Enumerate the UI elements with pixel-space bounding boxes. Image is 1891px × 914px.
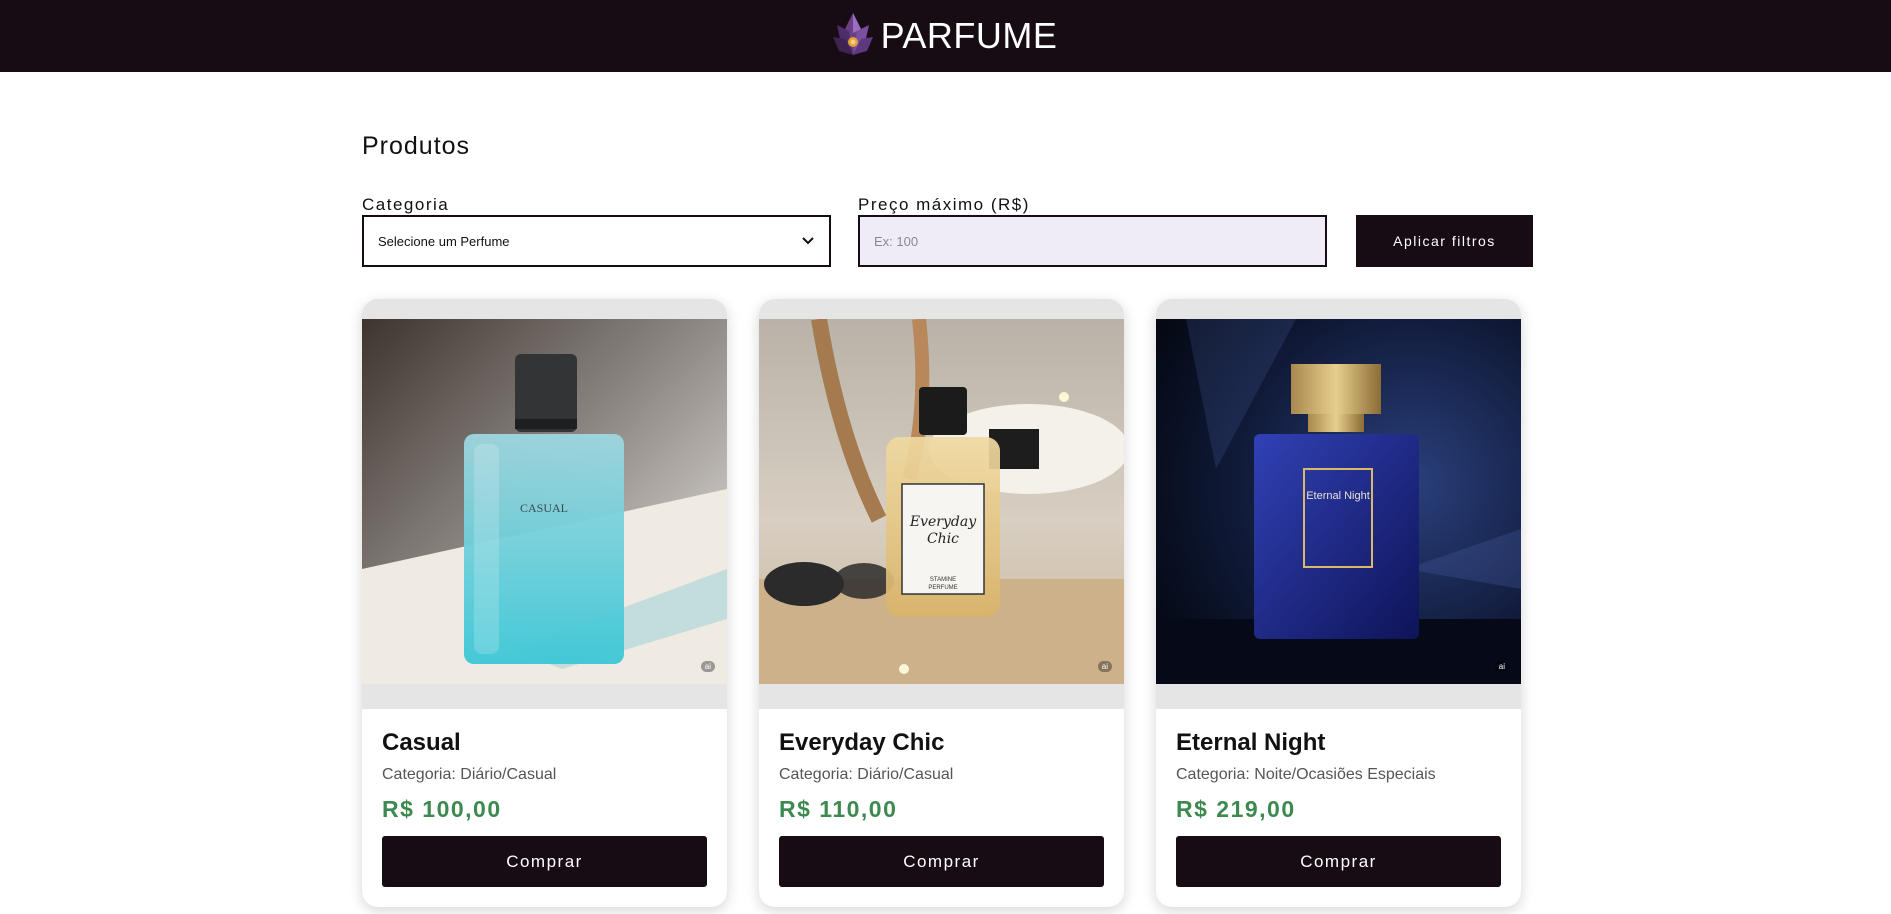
- eternal-night-perfume-image: Eternal Night: [1156, 319, 1521, 684]
- bottle-sublabel-line1: STAMINE: [930, 577, 956, 583]
- bottle-label: CASUAL: [520, 501, 568, 515]
- product-price: R$ 219,00: [1176, 796, 1296, 822]
- product-name: Everyday Chic: [779, 729, 945, 756]
- product-card: Eternal Night ai Eternal Night Categoria…: [1156, 299, 1521, 907]
- chevron-down-icon: [802, 237, 814, 245]
- buy-button[interactable]: Comprar: [382, 836, 707, 887]
- product-image-area: Everyday Chic STAMINE PERFUME ai: [759, 299, 1124, 709]
- crystal-flower-logo-icon: [832, 13, 873, 55]
- brand-name: PARFUME: [880, 15, 1058, 56]
- ai-badge: ai: [1494, 661, 1509, 672]
- product-image-area: CASUAL ai: [362, 299, 727, 709]
- product-image-area: Eternal Night ai: [1156, 299, 1521, 709]
- category-label: Categoria: [362, 195, 450, 214]
- everyday-chic-perfume-image: Everyday Chic STAMINE PERFUME: [759, 319, 1124, 684]
- ai-badge: ai: [700, 661, 715, 672]
- category-select[interactable]: Selecione um Perfume: [362, 215, 831, 267]
- brand[interactable]: PARFUME: [831, 9, 1058, 63]
- buy-button[interactable]: Comprar: [779, 836, 1104, 887]
- product-image: Everyday Chic STAMINE PERFUME ai: [759, 319, 1124, 684]
- price-label: Preço máximo (R$): [858, 195, 1030, 214]
- bottle-sublabel-line2: PERFUME: [928, 585, 957, 591]
- product-price: R$ 100,00: [382, 796, 502, 822]
- buy-button[interactable]: Comprar: [1176, 836, 1501, 887]
- bottle-label: Eternal Night: [1306, 490, 1370, 502]
- apply-filters-button[interactable]: Aplicar filtros: [1356, 215, 1533, 267]
- casual-perfume-image: CASUAL: [362, 319, 727, 684]
- category-selected-value: Selecione um Perfume: [378, 233, 510, 249]
- bottle-label-line2: Chic: [927, 531, 959, 547]
- bottle-label-line1: Everyday: [909, 514, 977, 530]
- product-name: Casual: [382, 729, 461, 756]
- top-navbar: PARFUME: [0, 0, 1891, 72]
- page-title: Produtos: [362, 132, 471, 160]
- product-image: Eternal Night ai: [1156, 319, 1521, 684]
- product-category: Categoria: Diário/Casual: [779, 766, 954, 783]
- product-card: CASUAL ai Casual Categoria: Diário/Casua…: [362, 299, 727, 907]
- ai-badge: ai: [1097, 661, 1112, 672]
- product-price: R$ 110,00: [779, 796, 898, 822]
- product-image: CASUAL ai: [362, 319, 727, 684]
- product-category: Categoria: Diário/Casual: [382, 766, 557, 783]
- product-card: Everyday Chic STAMINE PERFUME ai Everyda…: [759, 299, 1124, 907]
- max-price-input[interactable]: [858, 215, 1327, 267]
- product-name: Eternal Night: [1176, 729, 1326, 756]
- product-category: Categoria: Noite/Ocasiões Especiais: [1176, 766, 1436, 783]
